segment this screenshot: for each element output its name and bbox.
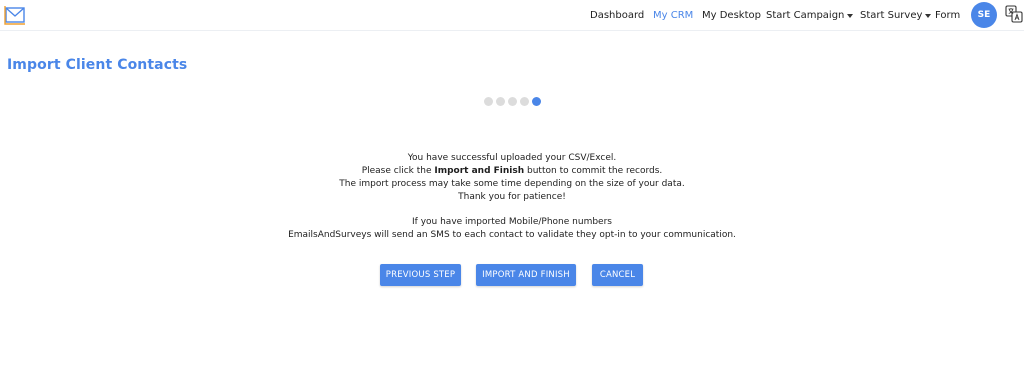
top-navbar: Dashboard My CRM My Desktop Start Campai…: [0, 0, 1024, 31]
nav-dashboard-label: Dashboard: [590, 9, 645, 21]
phone-notice-text: If you have imported Mobile/Phone number…: [412, 217, 612, 227]
nav-start-campaign-label: Start Campaign: [766, 9, 845, 21]
cancel-button-label: CANCEL: [599, 270, 636, 280]
envelope-logo-icon[interactable]: [4, 4, 26, 26]
nav-form-label: Form: [935, 9, 961, 21]
avatar-initials: SE: [977, 10, 991, 20]
nav-form[interactable]: Form: [935, 0, 960, 30]
import-and-finish-button-label: IMPORT AND FINISH: [482, 270, 570, 280]
step-indicator: [484, 97, 541, 106]
nav-start-survey[interactable]: Start Survey: [860, 0, 932, 30]
step-dot: [508, 97, 517, 106]
nav-my-crm-label: My CRM: [653, 9, 694, 21]
nav-my-desktop-label: My Desktop: [702, 9, 761, 21]
page-title: Import Client Contacts: [7, 57, 188, 73]
previous-step-button-label: PREVIOUS STEP: [385, 270, 456, 280]
nav-start-campaign[interactable]: Start Campaign: [766, 0, 854, 30]
chevron-down-icon: [847, 13, 854, 18]
translate-icon[interactable]: [1005, 5, 1023, 23]
nav-start-survey-label: Start Survey: [860, 9, 923, 21]
step-dot: [520, 97, 529, 106]
nav-my-crm[interactable]: My CRM: [653, 0, 693, 30]
user-avatar[interactable]: SE: [971, 2, 997, 28]
sms-notice-text: EmailsAndSurveys will send an SMS to eac…: [288, 230, 736, 240]
instruction-text-pre: Please click the: [361, 166, 435, 176]
previous-step-button[interactable]: PREVIOUS STEP: [380, 264, 461, 286]
nav-dashboard[interactable]: Dashboard: [590, 0, 644, 30]
upload-success-text: You have successful uploaded your CSV/Ex…: [407, 153, 617, 163]
instruction-text-post: button to commit the records.: [524, 166, 663, 176]
chevron-down-icon: [925, 13, 932, 18]
instruction-text-bold: Import and Finish: [434, 166, 525, 176]
step-dot: [496, 97, 505, 106]
import-and-finish-button[interactable]: IMPORT AND FINISH: [476, 264, 576, 286]
cancel-button[interactable]: CANCEL: [592, 264, 643, 286]
instruction-text: Please click the Import and Finish butto…: [212, 165, 812, 178]
step-dot-active: [532, 97, 541, 106]
step-dot: [484, 97, 493, 106]
nav-my-desktop[interactable]: My Desktop: [702, 0, 761, 30]
process-time-text: The import process may take some time de…: [339, 179, 685, 189]
thank-you-text: Thank you for patience!: [458, 192, 566, 202]
